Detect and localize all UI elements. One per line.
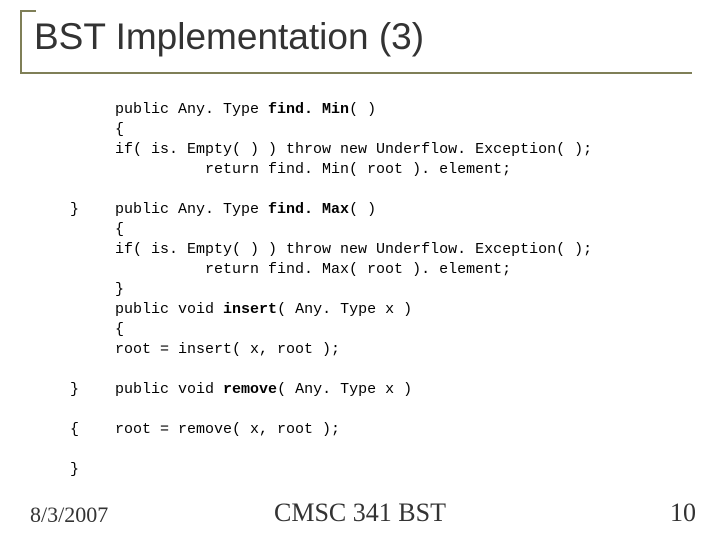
code-bold: insert: [223, 301, 277, 318]
code-text: {: [115, 221, 124, 238]
code-text: return find. Max( root ). element;: [115, 261, 511, 278]
title-rule-top: [20, 10, 36, 12]
code-bold: remove: [223, 381, 277, 398]
footer-center: CMSC 341 BST: [0, 498, 720, 528]
footer: 8/3/2007 CMSC 341 BST 10: [0, 494, 720, 528]
code-text: ( Any. Type x ): [277, 301, 412, 318]
code-text: {: [115, 121, 124, 138]
code-text: root = insert( x, root );: [115, 341, 340, 358]
code-text: if( is. Empty( ) ) throw new Underflow. …: [115, 241, 592, 258]
code-text: public Any. Type: [115, 101, 268, 118]
code-text: ( ): [349, 101, 376, 118]
slide-number: 10: [670, 498, 696, 528]
slide: BST Implementation (3) } } { } public An…: [0, 0, 720, 540]
title-rule-left: [20, 10, 22, 74]
code-text: if( is. Empty( ) ) throw new Underflow. …: [115, 141, 592, 158]
code-text: root = remove( x, root );: [115, 421, 340, 438]
code-text: public Any. Type: [115, 201, 268, 218]
code-text: ( ): [349, 201, 376, 218]
gutter-line: [70, 441, 79, 458]
code-text: ( Any. Type x ): [277, 381, 412, 398]
code-block: public Any. Type find. Min( ) { if( is. …: [70, 100, 680, 440]
gutter-brace: }: [70, 461, 79, 478]
code-text: public void: [115, 301, 223, 318]
code-text: public void: [115, 381, 223, 398]
title-block: BST Implementation (3): [20, 10, 692, 64]
code-bold: find. Max: [268, 201, 349, 218]
code-bold: find. Min: [268, 101, 349, 118]
code-text: }: [115, 281, 124, 298]
code-text: return find. Min( root ). element;: [115, 161, 511, 178]
code-text: {: [115, 321, 124, 338]
slide-title: BST Implementation (3): [32, 10, 692, 64]
title-rule-bottom: [20, 72, 692, 74]
